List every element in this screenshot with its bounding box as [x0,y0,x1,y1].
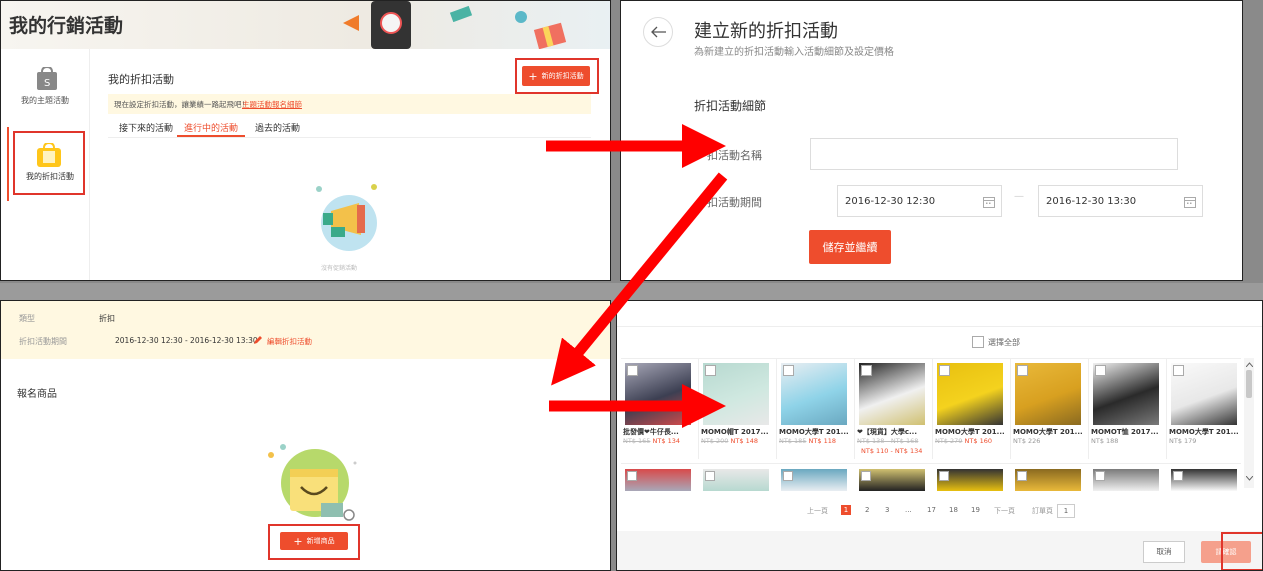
arrow-to-detail [551,172,728,386]
flow-arrows [546,124,728,428]
